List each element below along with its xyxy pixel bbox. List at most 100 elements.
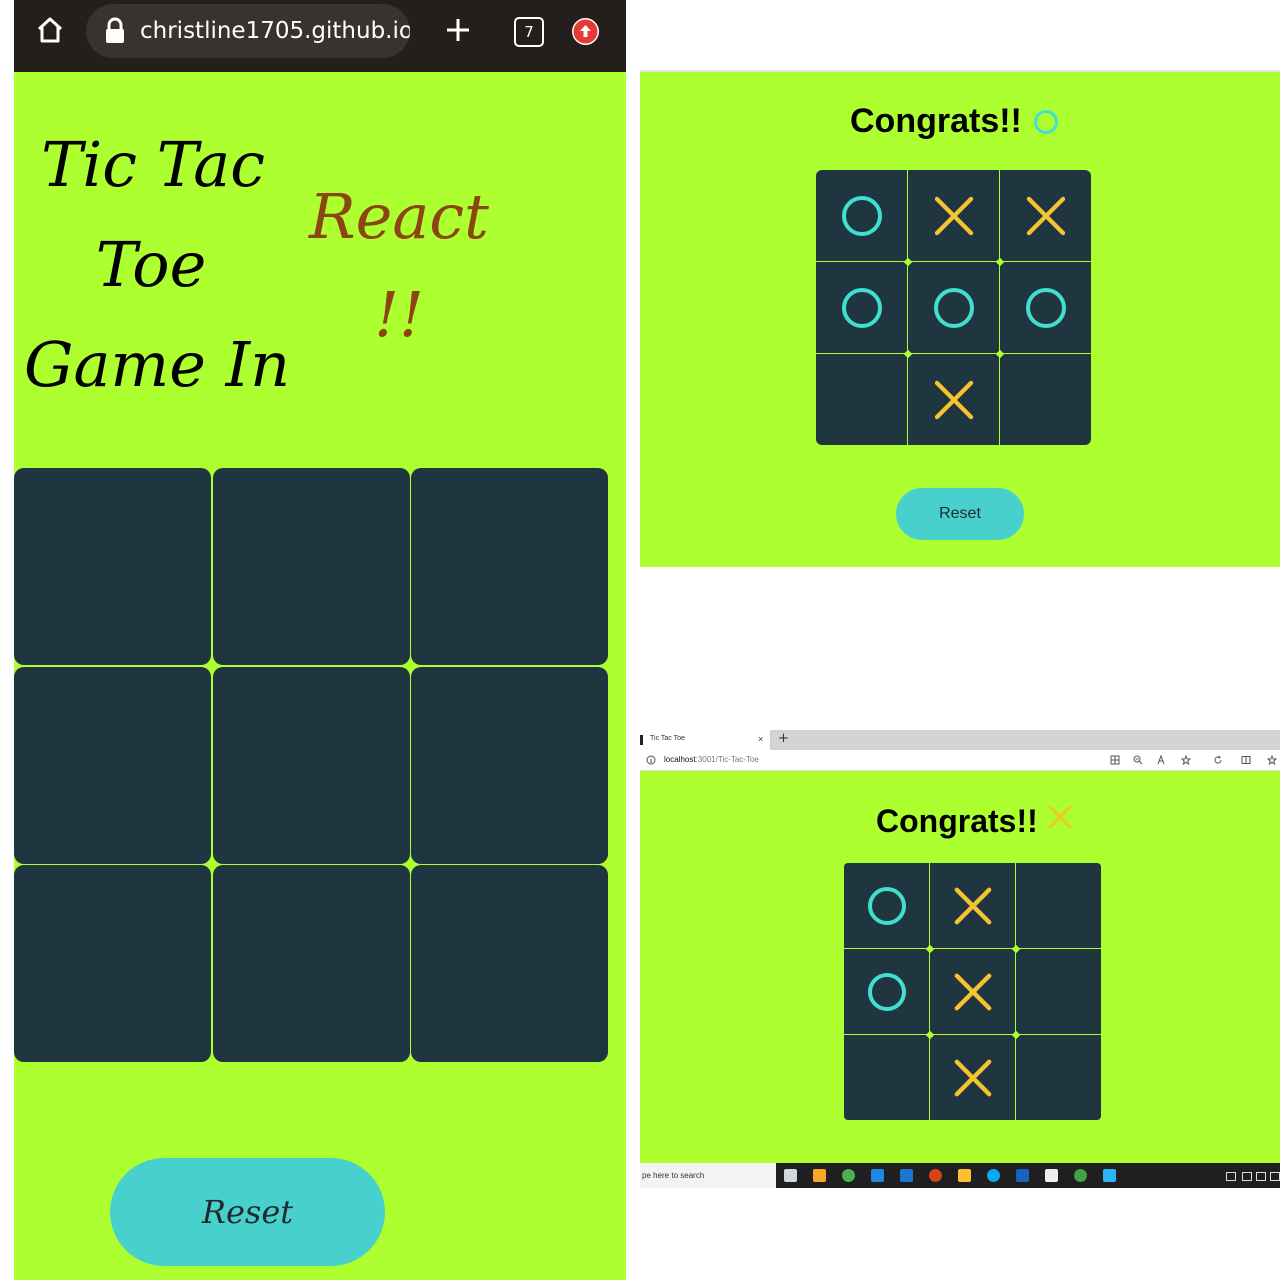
file-explorer-icon[interactable] [813,1169,826,1182]
mobile-cell-1[interactable] [213,468,410,665]
app-icon[interactable] [1110,755,1120,765]
read-aloud-icon[interactable] [1157,755,1167,765]
url-path: :3001/Tic-Tac-Toe [695,755,759,764]
desktop-win-x-browser: Tic Tac Toe × + localhost:3001/Tic-Tac-T… [640,730,1280,1190]
board-cell-5[interactable] [1016,949,1101,1034]
new-tab-icon[interactable] [442,14,474,46]
o-mark: O [867,886,906,925]
mobile-cell-0[interactable] [14,468,211,665]
task-view-icon[interactable] [784,1169,797,1182]
mobile-url-text: christline1705.github.io/Tic [140,18,410,44]
edge-icon[interactable] [987,1169,1000,1182]
outlook-icon[interactable] [871,1169,884,1182]
board-cell-4[interactable]: O [908,262,999,353]
split-screen-icon[interactable] [1241,755,1251,765]
url-text: localhost:3001/Tic-Tac-Toe [664,755,759,764]
address-bar[interactable]: localhost:3001/Tic-Tac-Toe [640,750,1280,771]
volume-icon[interactable] [1270,1172,1280,1181]
upload-icon[interactable] [572,18,599,45]
board-cell-0[interactable]: O [816,170,907,261]
board-cell-5[interactable]: O [1000,262,1091,353]
x-mark [934,380,973,419]
o-mark: O [1025,287,1066,328]
info-icon[interactable] [646,755,656,765]
title-line-2: Toe [95,228,207,301]
chevron-up-icon[interactable] [1226,1172,1236,1181]
o-mark: O [841,195,882,236]
x-mark [934,196,973,235]
refresh-icon[interactable] [1213,755,1223,765]
sparkle-icon [205,857,219,871]
mobile-cell-7[interactable] [213,865,410,1062]
title-line-3: Game In [23,328,291,401]
mobile-cell-3[interactable] [14,667,211,864]
taskbar: pe here to search [640,1163,1280,1188]
mail-icon[interactable] [900,1169,913,1182]
board-cell-7[interactable] [930,1035,1015,1120]
new-tab-icon[interactable]: + [778,731,789,746]
reset-button[interactable]: Reset [896,488,1024,540]
sparkle-icon [205,659,219,673]
url-host: localhost [664,755,696,764]
tab-count-badge[interactable]: 7 [514,17,544,47]
mobile-url-bar[interactable]: christline1705.github.io/Tic [86,4,410,58]
tab-title: Tic Tac Toe [650,735,685,742]
board-cell-4[interactable] [930,949,1015,1034]
taskbar-search-text: pe here to search [642,1171,705,1180]
chrome-icon[interactable] [842,1169,855,1182]
browser-tab[interactable]: Tic Tac Toe × [640,730,770,750]
settings-icon[interactable] [1045,1169,1058,1182]
board-cell-3[interactable]: O [844,949,929,1034]
board-cell-3[interactable]: O [816,262,907,353]
opera-icon[interactable] [929,1169,942,1182]
paint-icon[interactable] [1103,1169,1116,1182]
mobile-cell-4[interactable] [213,667,410,864]
battery-icon[interactable] [1256,1172,1266,1181]
mobile-cell-5[interactable] [411,667,608,864]
mobile-cell-2[interactable] [411,468,608,665]
x-icon [1048,805,1072,829]
o-mark: O [867,972,906,1011]
sparkle-icon [403,857,417,871]
o-icon [1034,110,1058,134]
sparkle-icon [403,659,417,673]
favorites-icon[interactable] [1267,755,1277,765]
x-mark [954,887,991,924]
board-cell-0[interactable]: O [844,863,929,948]
status-text: Congrats!! [850,102,1022,140]
home-icon[interactable] [34,14,66,46]
desktop-win-o-panel: Congrats!! O O O O Reset [640,70,1280,567]
status-text: Congrats!! [876,803,1038,839]
x-mark [954,973,991,1010]
react-line-1: React [309,180,489,253]
board-cell-1[interactable] [908,170,999,261]
mobile-cell-8[interactable] [411,865,608,1062]
zoom-icon[interactable] [1133,755,1143,765]
board-cell-1[interactable] [930,863,1015,948]
board-cell-6[interactable] [816,354,907,445]
board-cell-7[interactable] [908,354,999,445]
title-line-1: Tic Tac [41,128,265,201]
o-mark: O [841,287,882,328]
x-mark [1026,196,1065,235]
lock-icon [104,16,126,46]
close-icon[interactable]: × [758,734,763,744]
board-cell-6[interactable] [844,1035,929,1120]
board-cell-8[interactable] [1016,1035,1101,1120]
mobile-cell-6[interactable] [14,865,211,1062]
mobile-browser-bar: christline1705.github.io/Tic 7 [14,0,626,72]
network-icon[interactable] [1242,1172,1252,1181]
board-cell-2[interactable] [1000,170,1091,261]
board-cell-2[interactable] [1016,863,1101,948]
star-icon[interactable] [1181,755,1191,765]
tab-strip: Tic Tac Toe × + [640,730,1280,750]
chrome-canary-icon[interactable] [1074,1169,1087,1182]
board-cell-8[interactable] [1000,354,1091,445]
vscode-icon[interactable] [1016,1169,1029,1182]
store-icon[interactable] [958,1169,971,1182]
react-line-2: !! [374,278,424,351]
taskbar-search[interactable]: pe here to search [640,1163,776,1188]
mobile-reset-button[interactable]: Reset [110,1158,385,1266]
mobile-screenshot: christline1705.github.io/Tic 7 Tic Tac T… [14,0,626,1280]
x-mark [954,1059,991,1096]
